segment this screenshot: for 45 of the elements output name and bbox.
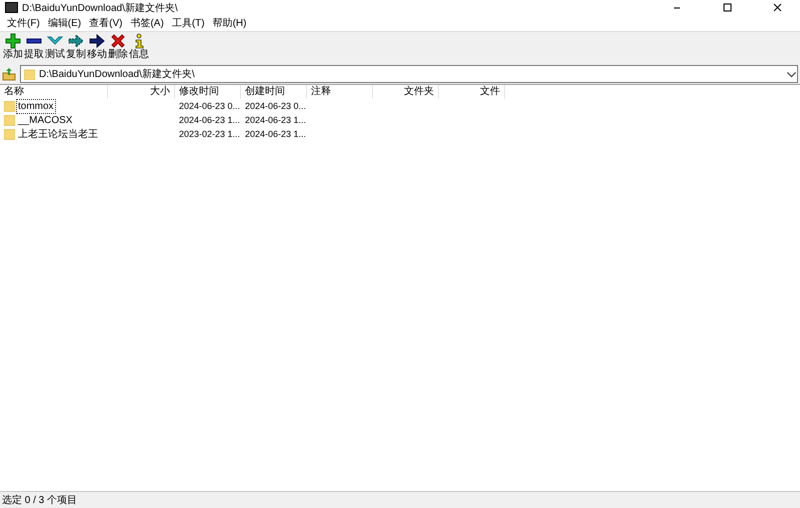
- status-text: 选定 0 / 3 个项目: [2, 494, 78, 507]
- menu-item[interactable]: 编辑(E): [44, 16, 86, 30]
- menu-item[interactable]: 文件(F): [3, 16, 44, 30]
- toolbar-button[interactable]: 信息: [129, 32, 149, 61]
- close-icon: [772, 3, 782, 12]
- table-cell-text: 2024-06-23 0...: [178, 100, 241, 112]
- folder-icon: [4, 114, 15, 126]
- app-icon: [5, 2, 18, 13]
- column-header[interactable]: 名称: [0, 85, 108, 99]
- menu-item[interactable]: 帮助(H): [208, 16, 250, 30]
- toolbar-button[interactable]: 移动: [87, 32, 107, 61]
- arrow-icon: [89, 33, 105, 49]
- file-name[interactable]: __MACOSX: [16, 112, 74, 128]
- address-text: D:\BaiduYunDownload\新建文件夹\: [39, 68, 196, 81]
- toolbar-button[interactable]: 添加: [3, 32, 23, 61]
- plus-icon: [5, 33, 21, 49]
- menu-item[interactable]: 查看(V): [85, 16, 126, 30]
- column-header[interactable]: 修改时间: [175, 85, 241, 99]
- table-cell-text: 2024-06-23 1...: [178, 114, 241, 126]
- column-header[interactable]: 创建时间: [241, 85, 307, 99]
- maximize-icon: [722, 3, 732, 12]
- file-name[interactable]: 上老王论坛当老王: [16, 126, 100, 142]
- toolbar-button[interactable]: 复制: [66, 32, 86, 61]
- folder-icon: [4, 128, 15, 140]
- arrow-icon: [68, 33, 84, 49]
- menu-item[interactable]: 工具(T): [168, 16, 209, 30]
- table-cell-text: 2024-06-23 1...: [244, 114, 307, 126]
- window-title: D:\BaiduYunDownload\新建文件夹\: [22, 2, 179, 14]
- toolbar-button[interactable]: 测试: [45, 32, 65, 61]
- column-header[interactable]: 文件: [439, 85, 505, 99]
- column-header[interactable]: 注释: [307, 85, 373, 99]
- folder-up-icon: [2, 67, 16, 81]
- file-name[interactable]: tommox: [16, 98, 56, 114]
- toolbar-button[interactable]: 删除: [108, 32, 128, 61]
- folder-icon: [4, 100, 15, 112]
- table-cell-text: 2023-02-23 1...: [178, 128, 241, 140]
- column-header[interactable]: 大小: [108, 85, 175, 99]
- table-cell-text: 2024-06-23 0...: [244, 100, 307, 112]
- folder-icon: [24, 68, 35, 80]
- table-cell-text: 2024-06-23 1...: [244, 128, 307, 140]
- menu-item[interactable]: 书签(A): [126, 16, 168, 30]
- column-header[interactable]: 文件夹: [373, 85, 439, 99]
- cross-icon: [110, 33, 126, 49]
- toolbar-button[interactable]: 提取: [24, 32, 44, 61]
- address-field[interactable]: D:\BaiduYunDownload\新建文件夹\: [20, 65, 798, 83]
